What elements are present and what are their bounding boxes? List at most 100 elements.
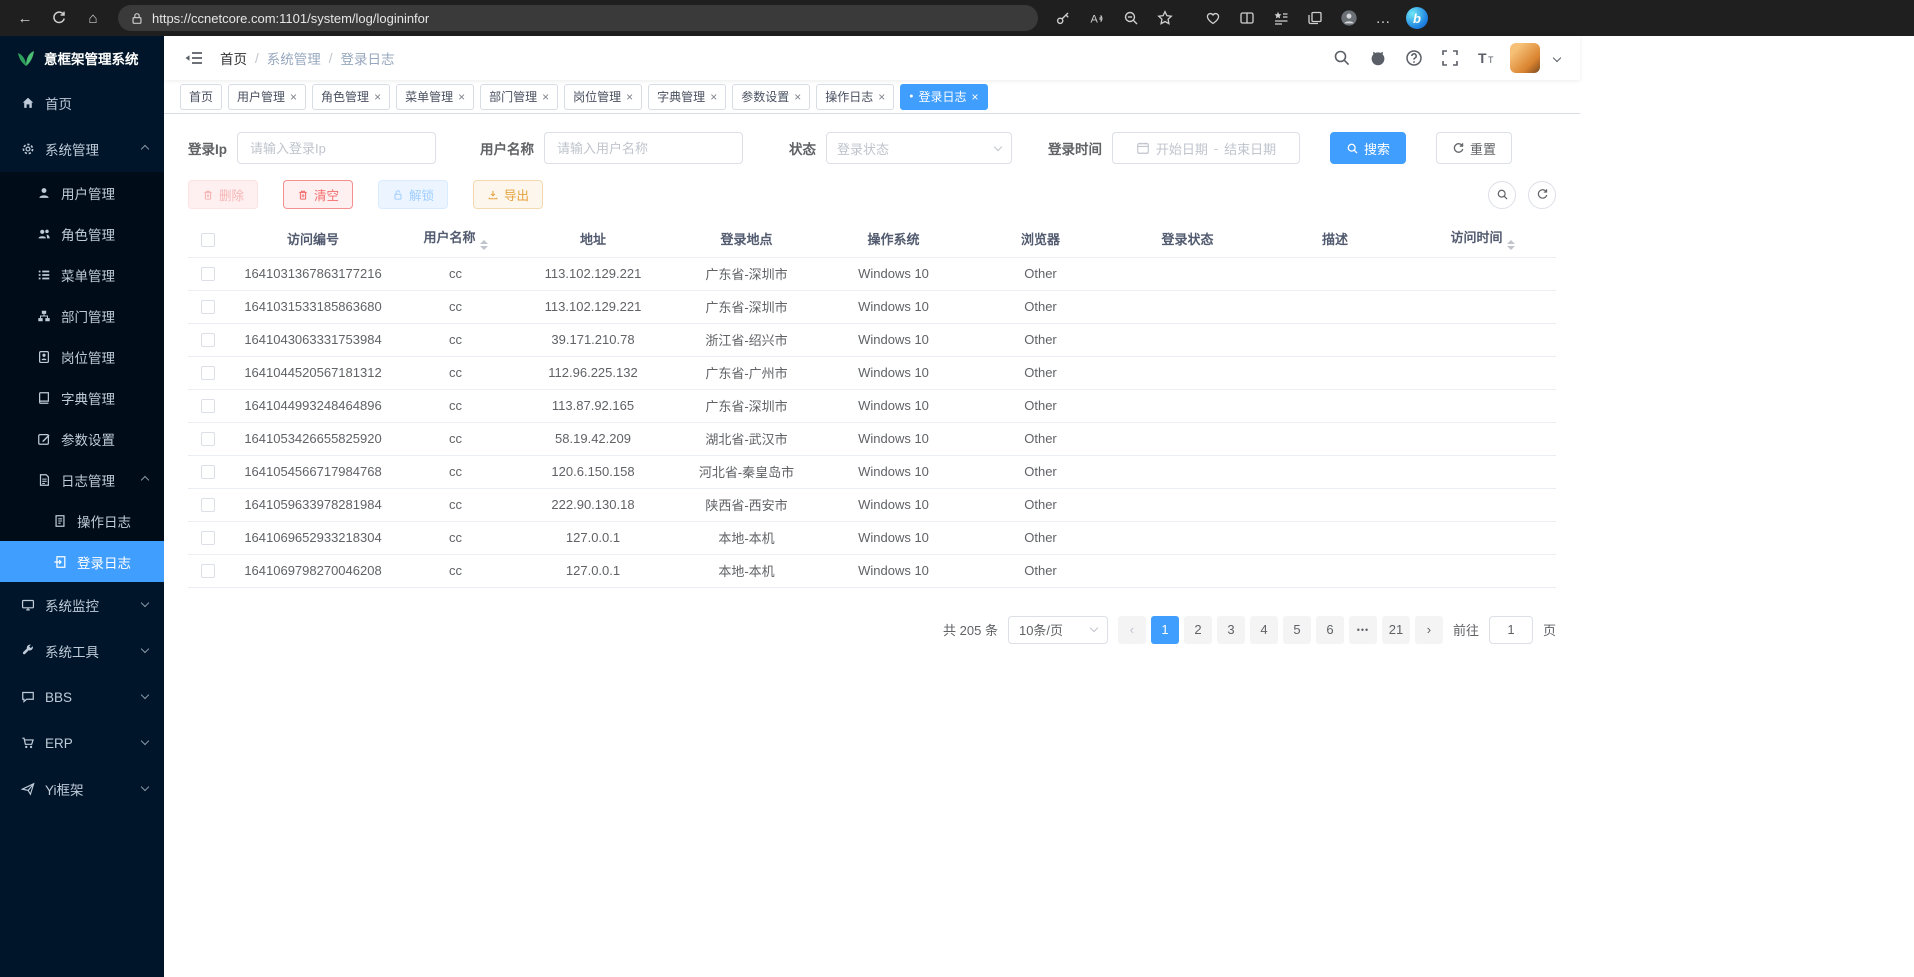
search-icon[interactable] xyxy=(1330,46,1354,70)
browser-home-icon[interactable]: ⌂ xyxy=(78,4,108,32)
tab-menu-management[interactable]: 菜单管理 × xyxy=(396,84,474,110)
sidebar-item-role-management[interactable]: 角色管理 xyxy=(0,213,164,254)
sidebar-item-user-management[interactable]: 用户管理 xyxy=(0,172,164,213)
sidebar-item-menu-management[interactable]: 菜单管理 xyxy=(0,254,164,295)
table-row[interactable]: 1641031533185863680 cc 113.102.129.221 广… xyxy=(188,290,1556,323)
goto-page-input[interactable] xyxy=(1489,616,1533,644)
tab-dict-management[interactable]: 字典管理 × xyxy=(648,84,726,110)
close-icon[interactable]: × xyxy=(542,91,549,103)
tab-login-log[interactable]: ● 登录日志 × xyxy=(900,84,987,110)
page-button-2[interactable]: 2 xyxy=(1184,616,1212,644)
row-checkbox[interactable] xyxy=(201,300,215,314)
sidebar-item-yi-framework[interactable]: Yi框架 xyxy=(0,766,164,812)
row-checkbox[interactable] xyxy=(201,564,215,578)
url-text[interactable]: https://ccnetcore.com:1101/system/log/lo… xyxy=(152,11,429,26)
row-checkbox[interactable] xyxy=(201,267,215,281)
clear-button[interactable]: 清空 xyxy=(283,180,353,209)
sidebar-item-erp[interactable]: ERP xyxy=(0,720,164,766)
export-button[interactable]: 导出 xyxy=(473,180,543,209)
tab-dept-management[interactable]: 部门管理 × xyxy=(480,84,558,110)
tab-role-management[interactable]: 角色管理 × xyxy=(312,84,390,110)
tab-user-management[interactable]: 用户管理 × xyxy=(228,84,306,110)
toggle-search-button[interactable] xyxy=(1488,181,1516,209)
sort-icon[interactable] xyxy=(480,240,488,250)
browser-back-icon[interactable]: ← xyxy=(10,4,40,32)
table-row[interactable]: 1641054566717984768 cc 120.6.150.158 河北省… xyxy=(188,455,1556,488)
fullscreen-icon[interactable] xyxy=(1438,46,1462,70)
row-checkbox[interactable] xyxy=(201,432,215,446)
browser-settings-menu-icon[interactable]: … xyxy=(1368,4,1398,32)
copilot-icon[interactable]: b xyxy=(1406,7,1428,29)
close-icon[interactable]: × xyxy=(458,91,465,103)
split-screen-icon[interactable] xyxy=(1232,4,1262,32)
table-row[interactable]: 1641044520567181312 cc 112.96.225.132 广东… xyxy=(188,356,1556,389)
user-avatar[interactable] xyxy=(1510,43,1540,73)
row-checkbox[interactable] xyxy=(201,399,215,413)
help-icon[interactable] xyxy=(1402,46,1426,70)
close-icon[interactable]: × xyxy=(972,91,979,103)
sidebar-item-log-management[interactable]: 日志管理 xyxy=(0,459,164,500)
refresh-table-button[interactable] xyxy=(1528,181,1556,209)
row-checkbox[interactable] xyxy=(201,465,215,479)
page-button-1[interactable]: 1 xyxy=(1151,616,1179,644)
close-icon[interactable]: × xyxy=(878,91,885,103)
table-row[interactable]: 1641069652933218304 cc 127.0.0.1 本地-本机 W… xyxy=(188,521,1556,554)
login-time-range-picker[interactable]: 开始日期 - 结束日期 xyxy=(1112,132,1300,164)
tab-post-management[interactable]: 岗位管理 × xyxy=(564,84,642,110)
sidebar-item-operation-log[interactable]: 操作日志 xyxy=(0,500,164,541)
select-all-checkbox[interactable] xyxy=(201,233,215,247)
read-aloud-icon[interactable]: A xyxy=(1082,4,1112,32)
page-size-select[interactable]: 10条/页 xyxy=(1008,616,1108,644)
browser-profile-avatar[interactable] xyxy=(1334,4,1364,32)
sidebar-item-dict-management[interactable]: 字典管理 xyxy=(0,377,164,418)
password-key-icon[interactable] xyxy=(1048,4,1078,32)
tab-home[interactable]: 首页 xyxy=(180,84,222,110)
row-checkbox[interactable] xyxy=(201,498,215,512)
sort-icon[interactable] xyxy=(1507,240,1515,250)
sidebar-item-system-monitor[interactable]: 系统监控 xyxy=(0,582,164,628)
table-row[interactable]: 1641069798270046208 cc 127.0.0.1 本地-本机 W… xyxy=(188,554,1556,587)
github-icon[interactable] xyxy=(1366,46,1390,70)
page-button-4[interactable]: 4 xyxy=(1250,616,1278,644)
row-checkbox[interactable] xyxy=(201,366,215,380)
table-row[interactable]: 1641031367863177216 cc 113.102.129.221 广… xyxy=(188,257,1556,290)
address-bar[interactable]: https://ccnetcore.com:1101/system/log/lo… xyxy=(118,5,1038,31)
sidebar-item-login-log[interactable]: 登录日志 xyxy=(0,541,164,582)
col-user-name[interactable]: 用户名称 xyxy=(398,221,513,257)
tab-param-settings[interactable]: 参数设置 × xyxy=(732,84,810,110)
sidebar-item-param-settings[interactable]: 参数设置 xyxy=(0,418,164,459)
login-ip-input[interactable] xyxy=(237,132,436,164)
close-icon[interactable]: × xyxy=(290,91,297,103)
more-pages-button[interactable]: ••• xyxy=(1349,616,1377,644)
favorites-list-icon[interactable] xyxy=(1266,4,1296,32)
zoom-out-icon[interactable] xyxy=(1116,4,1146,32)
close-icon[interactable]: × xyxy=(794,91,801,103)
row-checkbox[interactable] xyxy=(201,333,215,347)
collections-icon[interactable] xyxy=(1300,4,1330,32)
table-row[interactable]: 1641059633978281984 cc 222.90.130.18 陕西省… xyxy=(188,488,1556,521)
reset-button[interactable]: 重置 xyxy=(1436,132,1512,164)
close-icon[interactable]: × xyxy=(374,91,381,103)
delete-button[interactable]: 删除 xyxy=(188,180,258,209)
tab-operation-log[interactable]: 操作日志 × xyxy=(816,84,894,110)
add-favorite-star-icon[interactable] xyxy=(1150,4,1180,32)
browser-essentials-icon[interactable] xyxy=(1198,4,1228,32)
sidebar-item-system-management[interactable]: 系统管理 xyxy=(0,126,164,172)
sidebar-item-dept-management[interactable]: 部门管理 xyxy=(0,295,164,336)
prev-page-button[interactable]: ‹ xyxy=(1118,616,1146,644)
search-button[interactable]: 搜索 xyxy=(1330,132,1406,164)
status-select[interactable]: 登录状态 xyxy=(826,132,1012,164)
row-checkbox[interactable] xyxy=(201,531,215,545)
avatar-dropdown-caret-icon[interactable] xyxy=(1553,54,1561,62)
sidebar-item-post-management[interactable]: 岗位管理 xyxy=(0,336,164,377)
browser-refresh-icon[interactable] xyxy=(44,4,74,32)
sidebar-item-bbs[interactable]: BBS xyxy=(0,674,164,720)
font-size-icon[interactable]: TT xyxy=(1474,46,1498,70)
page-button-21[interactable]: 21 xyxy=(1382,616,1410,644)
close-icon[interactable]: × xyxy=(710,91,717,103)
table-row[interactable]: 1641053426655825920 cc 58.19.42.209 湖北省-… xyxy=(188,422,1556,455)
page-button-3[interactable]: 3 xyxy=(1217,616,1245,644)
collapse-sidebar-icon[interactable] xyxy=(184,49,204,67)
sidebar-item-system-tools[interactable]: 系统工具 xyxy=(0,628,164,674)
col-visit-time[interactable]: 访问时间 xyxy=(1409,221,1556,257)
